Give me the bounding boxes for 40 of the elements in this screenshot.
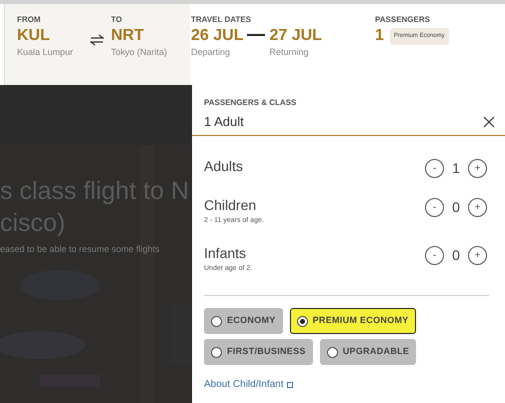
date-value: 26 JUL — [191, 26, 244, 46]
decrement-button[interactable]: - — [425, 159, 444, 178]
city-name: Tokyo (Narita) — [111, 46, 168, 59]
info-link[interactable]: About Child/Infant — [204, 377, 284, 392]
airport-code: KUL — [17, 26, 51, 46]
class-option[interactable]: UPGRADABLE — [320, 339, 416, 365]
close-icon[interactable] — [483, 116, 495, 128]
airport-code: NRT — [111, 26, 145, 46]
class-option[interactable]: ECONOMY — [204, 308, 283, 334]
date-value: 27 JUL — [269, 26, 322, 46]
info-icon — [286, 382, 292, 388]
decrement-button[interactable]: - — [425, 246, 444, 265]
radio-icon — [211, 346, 222, 358]
class-option[interactable]: FIRST/BUSINESS — [204, 339, 313, 365]
passenger-type-label: Infants — [204, 244, 248, 263]
field-label: TO — [111, 14, 123, 26]
decrement-button[interactable]: - — [425, 198, 444, 217]
radio-icon — [296, 316, 308, 326]
count-value: 0 — [451, 246, 461, 265]
city-name: Kuala Lumpur — [17, 46, 74, 59]
field-label: TRAVEL DATES — [191, 14, 252, 26]
radio-icon — [326, 346, 338, 358]
radio-icon — [211, 316, 222, 326]
count-value: 0 — [451, 198, 461, 217]
passenger-type-label: Adults — [204, 157, 243, 176]
passenger-count: 1 — [375, 26, 384, 46]
field-label: FROM — [17, 14, 42, 26]
panel-title: PASSENGERS & CLASS — [204, 97, 298, 109]
passenger-type-label: Children — [204, 196, 258, 215]
field-label: PASSENGERS — [375, 14, 431, 26]
subtext: eased to be able to resume some flights — [0, 243, 161, 256]
date-caption: Returning — [269, 46, 310, 59]
passenger-field[interactable]: 1 Adult — [192, 109, 505, 136]
count-value: 1 — [451, 159, 461, 178]
date-caption: Departing — [191, 46, 232, 59]
increment-button[interactable]: + — [468, 246, 487, 265]
class-option[interactable]: PREMIUM ECONOMY — [290, 308, 416, 334]
swap-icon[interactable] — [90, 34, 104, 46]
increment-button[interactable]: + — [468, 198, 487, 217]
increment-button[interactable]: + — [468, 159, 487, 178]
